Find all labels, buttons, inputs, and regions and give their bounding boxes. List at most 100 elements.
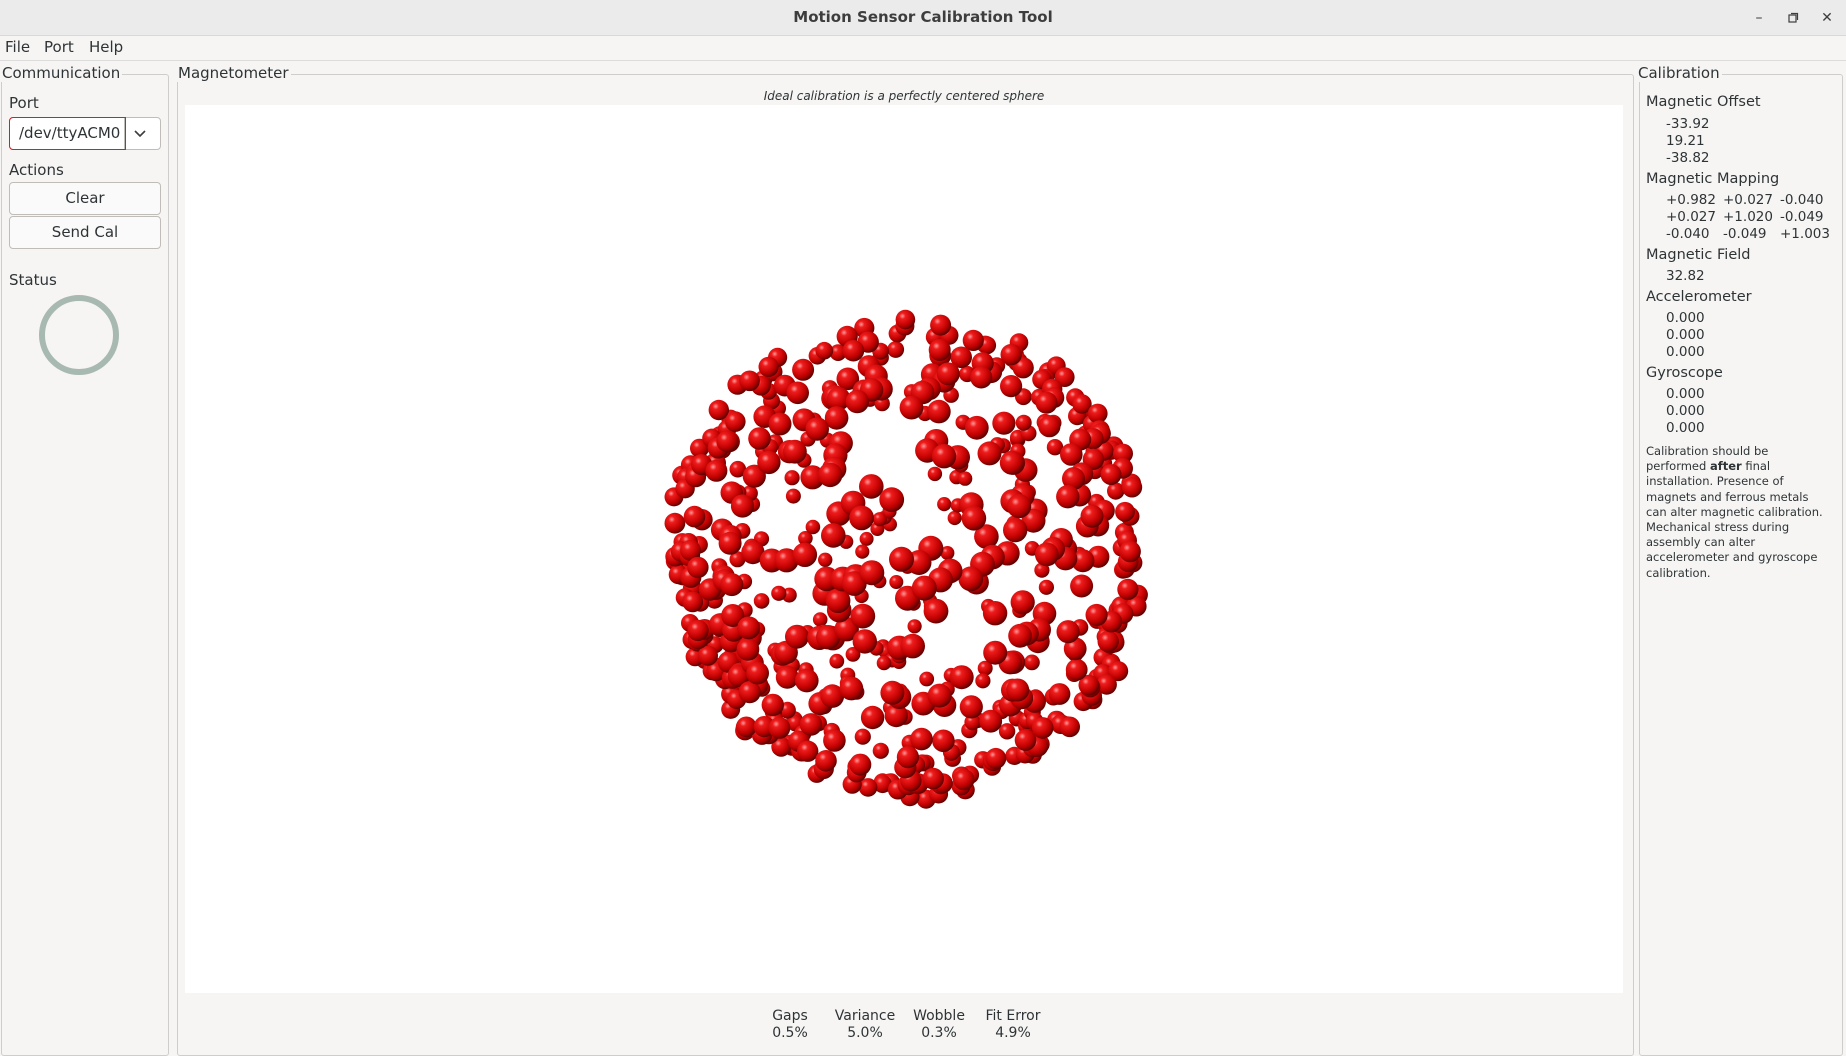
data-point	[1048, 683, 1071, 705]
data-point	[736, 716, 757, 738]
data-point	[859, 474, 884, 499]
data-point	[664, 512, 686, 534]
data-point	[979, 709, 1003, 733]
mapping-cell: -0.040	[1780, 192, 1824, 208]
data-point	[1035, 391, 1058, 414]
data-point	[854, 728, 871, 745]
maximize-icon[interactable]	[1780, 5, 1806, 31]
data-point	[919, 671, 935, 687]
data-point	[937, 497, 952, 512]
menu-file[interactable]: File	[5, 38, 30, 56]
data-point	[785, 488, 801, 504]
menu-port[interactable]: Port	[44, 38, 74, 56]
data-point	[718, 531, 742, 555]
data-point	[839, 676, 864, 701]
data-point	[947, 510, 962, 526]
port-select[interactable]: /dev/ttyACM0	[9, 117, 161, 150]
data-point	[895, 309, 916, 330]
data-point	[1034, 542, 1059, 567]
clear-button[interactable]: Clear	[9, 182, 161, 215]
stat-variance: Variance 5.0%	[830, 1008, 900, 1042]
magnetic-mapping-label: Magnetic Mapping	[1646, 171, 1780, 187]
menu-bar: File Port Help	[0, 36, 1846, 61]
stat-variance-label: Variance	[834, 1008, 896, 1024]
data-point	[879, 487, 905, 513]
send-cal-button[interactable]: Send Cal	[9, 216, 161, 249]
data-point	[748, 427, 771, 450]
data-point	[975, 673, 991, 689]
stat-gaps-label: Gaps	[772, 1008, 808, 1024]
gyroscope-x: 0.000	[1666, 386, 1705, 402]
minimize-icon[interactable]: –	[1746, 5, 1772, 31]
stat-wobble-value: 0.3%	[921, 1025, 957, 1041]
data-point	[783, 439, 807, 464]
data-point	[1080, 504, 1104, 528]
data-point	[852, 629, 877, 654]
mapping-cell: +0.027	[1666, 209, 1716, 225]
data-point	[900, 633, 925, 659]
data-point	[1038, 415, 1061, 438]
status-label: Status	[9, 271, 57, 289]
data-point	[687, 556, 709, 579]
menu-help[interactable]: Help	[89, 38, 123, 56]
data-point	[739, 370, 760, 392]
data-point	[1056, 485, 1080, 509]
data-point	[821, 523, 846, 548]
data-point	[911, 575, 937, 601]
magnetometer-canvas[interactable]	[185, 105, 1623, 993]
data-point	[1119, 540, 1141, 563]
data-point	[805, 519, 821, 535]
stat-gaps: Gaps 0.5%	[762, 1008, 818, 1042]
data-point	[1007, 494, 1032, 519]
mapping-cell: -0.049	[1723, 226, 1767, 242]
data-point	[998, 723, 1016, 740]
mapping-cell: +0.027	[1723, 192, 1773, 208]
stat-wobble: Wobble 0.3%	[908, 1008, 970, 1042]
data-point	[682, 591, 704, 613]
data-point	[1003, 517, 1028, 543]
data-point	[889, 546, 914, 572]
focus-ring	[9, 117, 126, 150]
close-icon[interactable]: ✕	[1814, 5, 1840, 31]
data-point	[799, 713, 823, 736]
gyroscope-z: 0.000	[1666, 420, 1705, 436]
data-point	[1056, 620, 1080, 644]
data-point	[927, 399, 951, 424]
data-point	[859, 531, 874, 546]
data-point	[982, 601, 1008, 626]
data-point	[970, 366, 993, 389]
magnetic-field-label: Magnetic Field	[1646, 247, 1751, 263]
data-point	[953, 768, 975, 791]
data-point	[859, 560, 885, 586]
data-point	[992, 411, 1016, 435]
data-point	[823, 729, 846, 752]
communication-title: Communication	[0, 64, 123, 82]
chevron-down-icon[interactable]	[128, 121, 152, 145]
data-point	[1010, 590, 1035, 615]
magnetometer-caption: Ideal calibration is a perfectly centere…	[763, 89, 1045, 103]
data-point	[845, 389, 869, 414]
stat-gaps-value: 0.5%	[772, 1025, 808, 1041]
data-point	[961, 506, 987, 531]
stat-variance-value: 5.0%	[847, 1025, 883, 1041]
data-point	[1059, 716, 1080, 738]
data-point	[959, 695, 983, 719]
data-point	[1038, 579, 1054, 595]
data-point	[812, 612, 828, 627]
data-point	[889, 575, 904, 589]
actions-label: Actions	[9, 161, 64, 179]
stat-fit-error-label: Fit Error	[985, 1008, 1041, 1024]
data-point	[771, 585, 787, 601]
calibration-note: Calibration should be performed after fi…	[1646, 444, 1831, 581]
port-label: Port	[9, 94, 39, 112]
data-point	[1117, 578, 1139, 600]
data-point	[768, 412, 792, 436]
data-point	[849, 753, 872, 776]
data-point	[896, 746, 920, 769]
data-point	[757, 450, 781, 475]
data-point	[1115, 501, 1135, 522]
stat-fit-error: Fit Error 4.9%	[978, 1008, 1048, 1042]
data-point	[880, 680, 905, 705]
data-point	[936, 362, 960, 386]
data-point	[768, 717, 791, 739]
